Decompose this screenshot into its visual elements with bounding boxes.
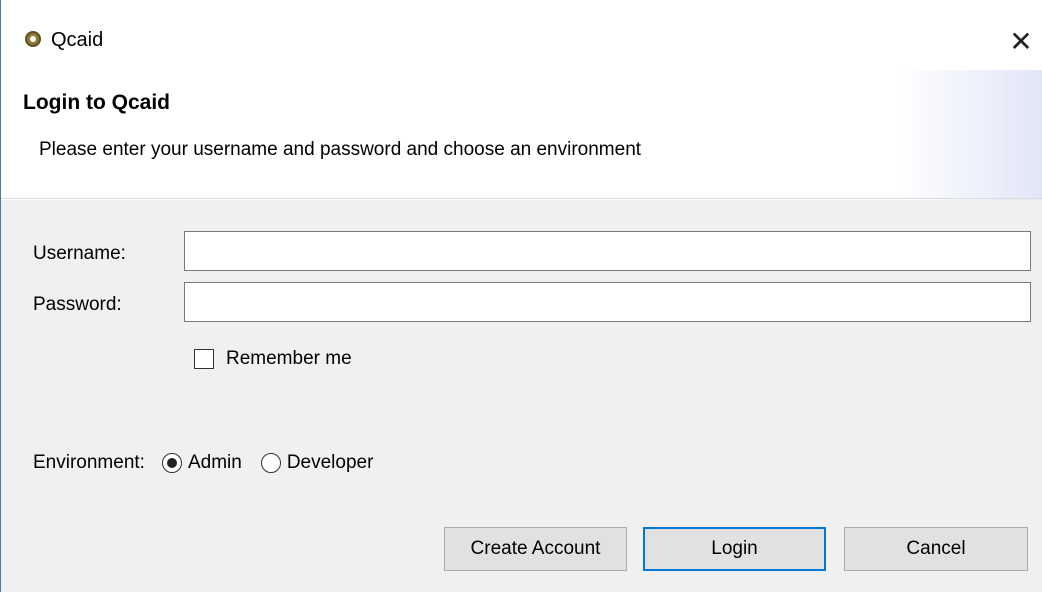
- username-label: Username:: [33, 243, 126, 264]
- remember-me-checkbox[interactable]: [194, 349, 214, 369]
- environment-label: Environment:: [33, 452, 145, 473]
- admin-radio[interactable]: [161, 453, 182, 473]
- dialog-instructions: Please enter your username and password …: [39, 139, 642, 160]
- window-title: Qcaid: [51, 29, 104, 51]
- dialog-heading: Login to Qcaid: [23, 91, 170, 114]
- create-account-button[interactable]: Create Account: [444, 527, 627, 571]
- username-field[interactable]: [184, 231, 1031, 271]
- admin-radio-label[interactable]: Admin: [188, 451, 242, 475]
- login-dialog: Qcaid ✕ Login to Qcaid Please enter your…: [0, 0, 1042, 592]
- developer-radio[interactable]: [260, 453, 281, 473]
- login-button[interactable]: Login: [643, 527, 826, 571]
- cancel-button[interactable]: Cancel: [844, 527, 1028, 571]
- remember-me-row[interactable]: Remember me: [194, 346, 352, 372]
- password-label: Password:: [33, 294, 122, 315]
- header-divider: [1, 198, 1042, 199]
- title-bar: Qcaid ✕: [1, 0, 1042, 70]
- developer-radio-label[interactable]: Developer: [287, 451, 374, 475]
- remember-me-label[interactable]: Remember me: [226, 347, 352, 371]
- password-field[interactable]: [184, 282, 1031, 322]
- close-icon[interactable]: ✕: [1001, 22, 1041, 62]
- app-icon: [25, 31, 41, 47]
- header-banner: Login to Qcaid Please enter your usernam…: [1, 70, 1042, 200]
- environment-row: Environment: Admin Developer: [33, 450, 392, 476]
